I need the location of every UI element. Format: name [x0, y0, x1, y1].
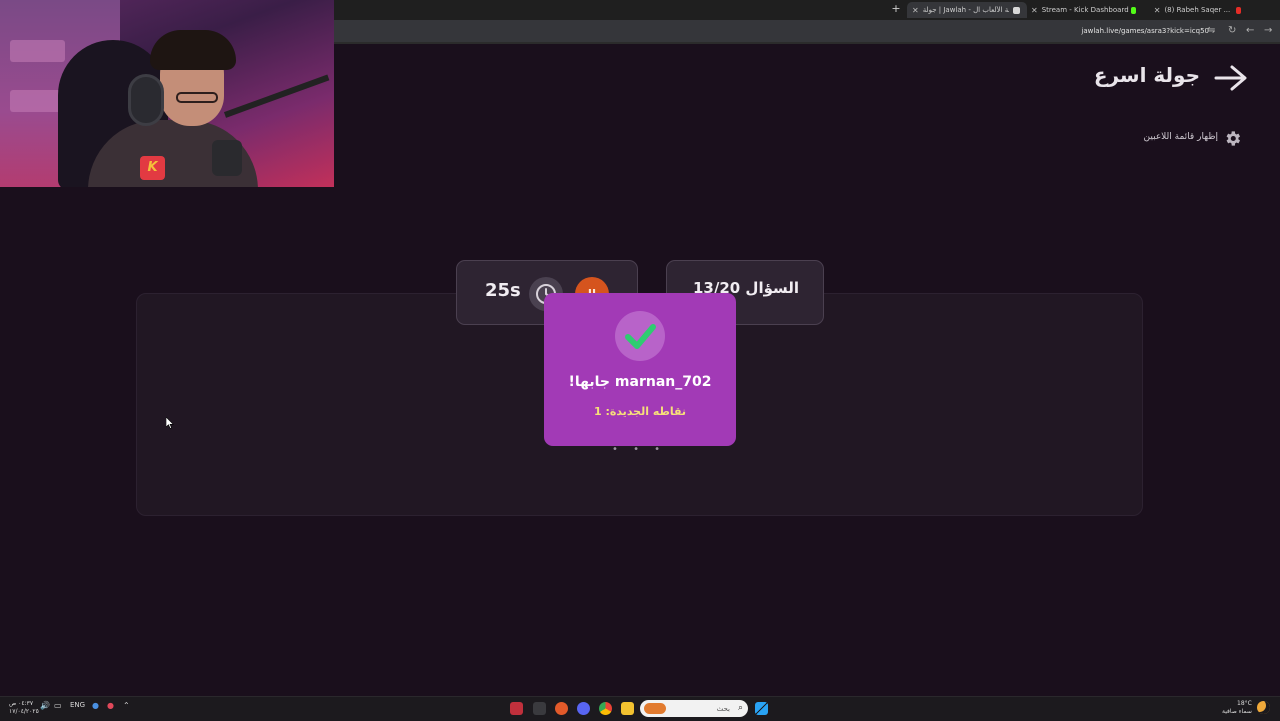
- chrome-icon[interactable]: [599, 702, 612, 715]
- search-icon: ⌕: [737, 703, 743, 713]
- mic-arm: [223, 74, 330, 118]
- microphone: [212, 140, 242, 176]
- taskbar-search[interactable]: بحث ⌕: [640, 700, 748, 717]
- windows-start-icon[interactable]: [755, 702, 768, 715]
- taskbar: ٠٤:٣٧ ص ١٧/٠٤/٢٠٢٥ 🔊 ▭ ENG ● ● ⌃ بحث ⌕ 1…: [0, 696, 1280, 721]
- headphones-icon: [128, 74, 164, 126]
- webcam-shelf: [10, 90, 65, 112]
- close-tab-icon[interactable]: ✕: [1031, 6, 1038, 15]
- youtube-favicon-icon: [1236, 6, 1242, 14]
- language-indicator[interactable]: ENG: [70, 701, 85, 709]
- site-settings-icon[interactable]: ⇋: [1207, 25, 1215, 36]
- show-players-list-toggle[interactable]: إظهار قائمة اللاعبين: [1120, 132, 1218, 142]
- webcam-shelf: [10, 40, 65, 62]
- network-icon[interactable]: ▭: [54, 701, 62, 710]
- taskbar-time: ٠٤:٣٧ ص: [9, 700, 34, 707]
- tab-kick-dashboard[interactable]: ✕ Stream - Kick Dashboard: [1026, 2, 1134, 18]
- popup-points-text: نقاطه الجديدة: 1: [593, 405, 687, 418]
- close-tab-icon[interactable]: ✕: [912, 6, 919, 15]
- mic-tray-icon[interactable]: ●: [92, 701, 99, 710]
- tab-title: Stream - Kick Dashboard: [1041, 6, 1129, 14]
- volume-icon[interactable]: 🔊: [40, 701, 50, 710]
- chevron-up-icon[interactable]: ⌃: [123, 701, 130, 710]
- weather-description: سماء صافية: [1222, 708, 1252, 715]
- weather-widget[interactable]: 18°C سماء صافية: [1222, 700, 1252, 716]
- taskbar-date: ١٧/٠٤/٢٠٢٥: [9, 708, 39, 715]
- weather-temperature: 18°C: [1237, 700, 1252, 707]
- back-icon[interactable]: ←: [1246, 25, 1254, 36]
- search-highlight-icon: [644, 703, 666, 714]
- kick-favicon-icon: [1131, 6, 1136, 14]
- app-icon[interactable]: [555, 702, 568, 715]
- app-icon[interactable]: [533, 702, 546, 715]
- correct-answer-popup: marnan_702 جابها! نقاطه الجديدة: 1: [544, 293, 736, 446]
- tab-title: جولة | Jawlah - منصة الألعاب ال: [922, 6, 1009, 14]
- timer-value: 25s: [485, 280, 521, 301]
- tab-title: (8) Rabeh Saqer ... Taabt | ...: [1164, 6, 1232, 14]
- mouse-cursor-icon: [166, 417, 174, 429]
- reload-icon[interactable]: ↻: [1228, 25, 1236, 36]
- discord-icon[interactable]: [577, 702, 590, 715]
- recording-app-icon[interactable]: [510, 702, 523, 715]
- taskbar-clock[interactable]: ٠٤:٣٧ ص ١٧/٠٤/٢٠٢٥: [9, 700, 39, 716]
- stream-logo: K: [140, 156, 165, 180]
- tab-jawlah[interactable]: ✕ جولة | Jawlah - منصة الألعاب ال: [907, 2, 1027, 18]
- file-explorer-icon[interactable]: [621, 702, 634, 715]
- new-tab-button[interactable]: +: [891, 3, 901, 15]
- jawlah-favicon-icon: [1012, 6, 1020, 14]
- webcam-glasses: [176, 92, 218, 103]
- checkmark-icon: [615, 311, 665, 361]
- url-field[interactable]: jawlah.live/games/asra3?kick=icq50: [1081, 27, 1209, 35]
- tray-app-icon[interactable]: ●: [107, 701, 114, 710]
- popup-winner-text: marnan_702 جابها!: [568, 374, 712, 390]
- search-placeholder: بحث: [716, 705, 730, 713]
- forward-icon[interactable]: →: [1264, 25, 1272, 36]
- back-arrow-icon[interactable]: [1214, 64, 1248, 92]
- webcam-streamer-hair: [150, 30, 236, 70]
- gear-icon[interactable]: [1223, 129, 1242, 148]
- tab-youtube[interactable]: ✕ (8) Rabeh Saqer ... Taabt | ...: [1126, 2, 1246, 18]
- page-title: جولة اسرع: [1093, 63, 1200, 87]
- webcam-overlay: K: [0, 0, 334, 187]
- moon-icon: [1257, 701, 1270, 714]
- close-tab-icon[interactable]: ✕: [1154, 6, 1161, 15]
